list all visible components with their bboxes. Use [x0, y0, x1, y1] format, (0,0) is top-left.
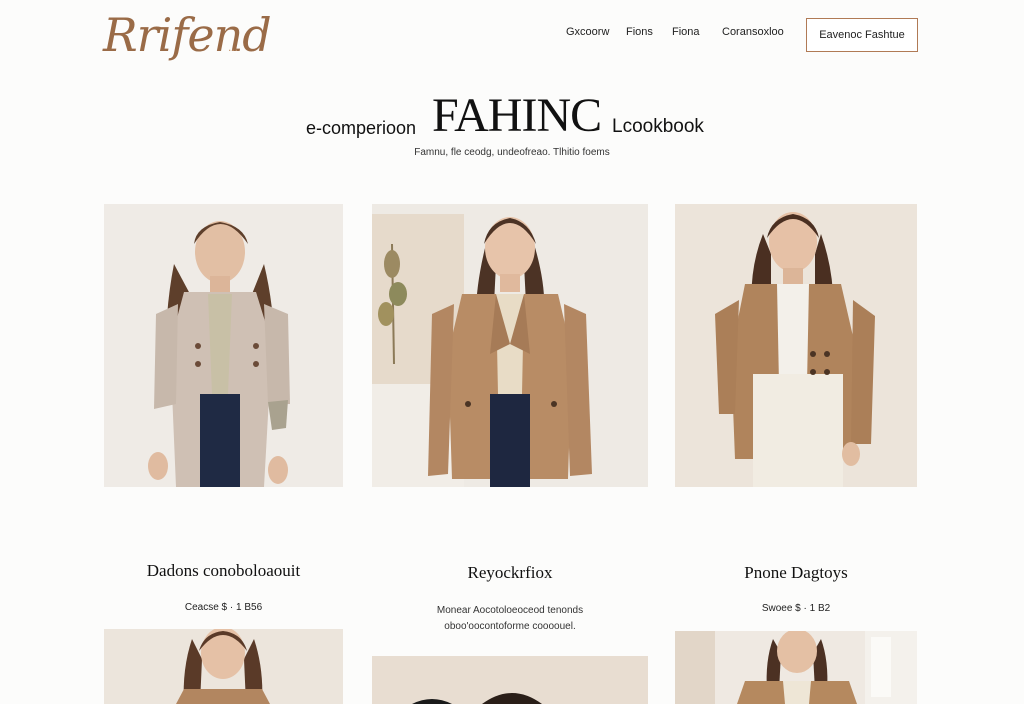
card-3-meta: Swoee $ · 1 B2: [761, 603, 831, 614]
hero-left-text: e-comperioon: [306, 118, 417, 138]
brand-logo[interactable]: Rrifend: [103, 8, 272, 62]
cta-button[interactable]: Eavenoc Fashtue: [806, 18, 918, 52]
cta-button-label: Eavenoc Fashtue: [819, 29, 905, 41]
nav-item-1[interactable]: Gxcoorw: [566, 26, 609, 38]
card-2-description: Monear Aocotoloeoceod tenonds oboo'oocon…: [372, 603, 648, 635]
product-photo-camel-blazer[interactable]: [372, 204, 648, 487]
card-1-meta: Ceacse $ · 1 B56: [184, 602, 263, 613]
hero-title: FAHINC: [432, 89, 602, 142]
logo-dots: ...: [228, 40, 239, 54]
nav-item-4[interactable]: Coransoxloo: [722, 26, 784, 38]
card-2-desc-line-2: oboo'oocontoforme coooouel.: [444, 621, 576, 632]
card-2-title[interactable]: Reyockrfiox: [372, 563, 648, 583]
nav-item-2[interactable]: Fions: [626, 26, 653, 38]
product-photo-double-breasted-coat[interactable]: [675, 204, 917, 487]
product-photo-row2-3[interactable]: [675, 631, 917, 704]
product-photo-row2-2[interactable]: [372, 656, 648, 704]
card-3-title[interactable]: Pnone Dagtoys: [675, 563, 917, 583]
nav-item-3[interactable]: Fiona: [672, 26, 700, 38]
product-photo-row2-1[interactable]: [104, 629, 343, 704]
product-photo-knit-cardigan[interactable]: [104, 204, 343, 487]
card-1-title[interactable]: Dadons conoboloaouit: [104, 561, 343, 581]
card-2-desc-line-1: Monear Aocotoloeoceod tenonds: [436, 605, 584, 616]
hero-subtitle: Famnu, fle ceodg, undeofreao. Tlhitio fo…: [414, 147, 610, 158]
hero-right-text: Lcookbook: [612, 116, 704, 137]
